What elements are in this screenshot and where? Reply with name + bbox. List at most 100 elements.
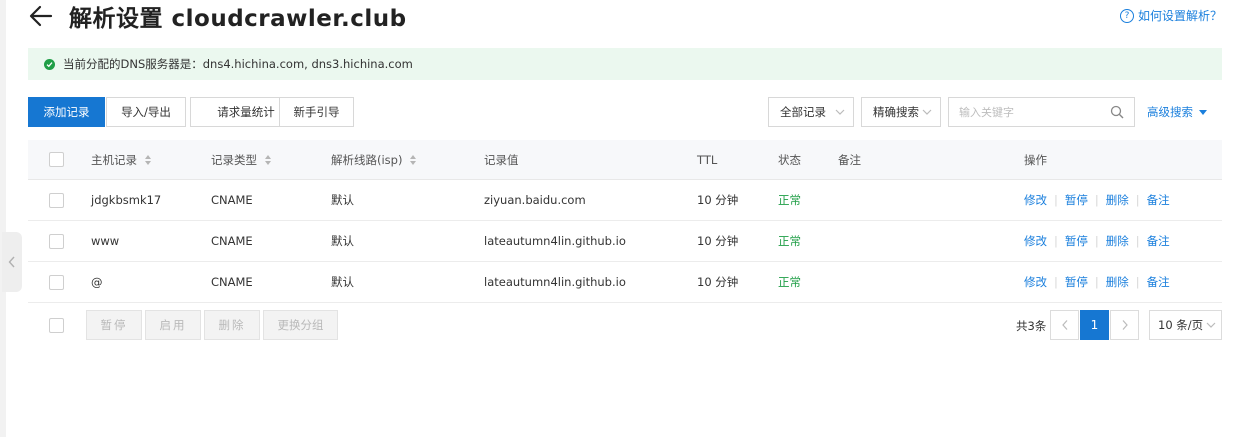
pause-link[interactable]: 暂停 [1065,192,1088,208]
status-cell: 正常 [778,275,801,289]
row-checkbox[interactable] [49,233,64,249]
column-header-remark: 备注 [838,152,861,167]
footer-select-all-checkbox[interactable] [49,317,64,333]
pause-link[interactable]: 暂停 [1065,274,1088,290]
status-cell: 正常 [778,234,801,248]
table-row: www CNAME 默认 lateautumn4lin.github.io 10… [28,221,1222,262]
dns-records-table: 主机记录 记录类型 解析线路(isp) 记录值 TTL 状态 备注 操作 jdg… [28,140,1222,303]
divider: | [1135,275,1140,289]
change-group-button[interactable]: 更换分组 [263,310,338,340]
footer-select-all-cell [49,310,64,340]
record-filter-value: 全部记录 [780,105,826,119]
host-cell: @ [91,275,103,289]
newbie-guide-button[interactable]: 新手引导 [279,97,354,127]
delete-link[interactable]: 删除 [1106,192,1129,208]
ttl-cell: 10 分钟 [697,275,739,289]
chevron-down-icon [922,109,932,115]
ttl-cell: 10 分钟 [697,193,739,207]
value-cell: lateautumn4lin.github.io [484,234,626,248]
add-record-button[interactable]: 添加记录 [28,97,105,127]
ttl-cell: 10 分钟 [697,234,739,248]
remark-link[interactable]: 备注 [1147,233,1170,249]
sidebar-collapse-handle[interactable] [2,232,22,292]
page-size-value: 10 条/页 [1158,318,1204,332]
delete-link[interactable]: 删除 [1106,233,1129,249]
divider: | [1054,275,1058,289]
line-cell: 默认 [331,234,354,248]
search-box [948,97,1135,127]
value-cell: lateautumn4lin.github.io [484,275,626,289]
chevron-right-icon [1122,320,1128,330]
alert-text: 当前分配的DNS服务器是：dns4.hichina.com, dns3.hich… [63,57,413,71]
divider: | [1094,193,1099,207]
page-title: 解析设置 cloudcrawler.club [69,6,407,32]
value-cell: ziyuan.baidu.com [484,193,586,207]
prev-page-button[interactable] [1050,310,1079,340]
search-icon[interactable] [1110,105,1124,119]
row-actions: 修改 | 暂停 | 删除 | 备注 [1024,180,1170,220]
edit-link[interactable]: 修改 [1024,233,1047,249]
column-header-host[interactable]: 主机记录 [91,140,151,179]
type-cell: CNAME [211,275,253,289]
total-count: 共3条 [1016,319,1047,333]
pause-link[interactable]: 暂停 [1065,233,1088,249]
batch-delete-button[interactable]: 删除 [204,310,260,340]
arrow-left-icon [29,5,53,27]
host-cell: www [91,234,120,248]
table-footer: 暂停 启用 删除 更换分组 共3条 1 10 条/页 [28,310,1222,340]
host-cell: jdgkbsmk17 [91,193,162,207]
column-header-actions: 操作 [1024,152,1047,167]
divider: | [1135,193,1140,207]
advanced-search-toggle[interactable]: 高级搜索 [1147,104,1207,120]
edit-link[interactable]: 修改 [1024,274,1047,290]
edit-link[interactable]: 修改 [1024,192,1047,208]
table-row: jdgkbsmk17 CNAME 默认 ziyuan.baidu.com 10 … [28,180,1222,221]
line-cell: 默认 [331,193,354,207]
divider: | [1094,234,1099,248]
divider: | [1054,234,1058,248]
sort-icon[interactable] [410,154,417,165]
table-header: 主机记录 记录类型 解析线路(isp) 记录值 TTL 状态 备注 操作 [28,140,1222,180]
row-actions: 修改 | 暂停 | 删除 | 备注 [1024,221,1170,261]
back-button[interactable] [28,2,54,30]
table-row: @ CNAME 默认 lateautumn4lin.github.io 10 分… [28,262,1222,303]
column-header-type[interactable]: 记录类型 [211,140,271,179]
sort-icon[interactable] [265,154,271,165]
row-checkbox[interactable] [49,274,64,290]
help-link[interactable]: ? 如何设置解析？ [1119,7,1222,24]
line-cell: 默认 [331,275,354,289]
import-export-button[interactable]: 导入/导出 [106,97,186,127]
page-size-select[interactable]: 10 条/页 [1149,310,1222,340]
remark-link[interactable]: 备注 [1147,274,1170,290]
batch-pause-button[interactable]: 暂停 [86,310,142,340]
status-cell: 正常 [778,193,801,207]
column-header-value: 记录值 [484,152,519,167]
advanced-search-label: 高级搜索 [1147,105,1193,119]
batch-enable-button[interactable]: 启用 [145,310,201,340]
search-mode-select[interactable]: 精确搜索 [861,97,941,127]
dns-server-alert: 当前分配的DNS服务器是：dns4.hichina.com, dns3.hich… [28,48,1222,80]
next-page-button[interactable] [1110,310,1139,340]
select-all-checkbox[interactable] [49,152,64,167]
sort-icon[interactable] [145,154,151,165]
delete-link[interactable]: 删除 [1106,274,1129,290]
chevron-down-icon [1206,322,1216,328]
divider: | [1054,193,1058,207]
type-cell: CNAME [211,234,253,248]
column-header-line[interactable]: 解析线路(isp) [331,140,417,179]
left-strip [0,0,6,437]
search-input[interactable] [949,98,1099,126]
row-actions: 修改 | 暂停 | 删除 | 备注 [1024,262,1170,302]
chevron-left-icon [8,256,15,268]
record-filter-select[interactable]: 全部记录 [768,97,854,127]
divider: | [1094,275,1099,289]
column-header-status: 状态 [778,152,801,167]
row-checkbox[interactable] [49,192,64,208]
remark-link[interactable]: 备注 [1147,192,1170,208]
search-mode-value: 精确搜索 [873,105,919,119]
help-link-label: 如何设置解析？ [1137,9,1222,23]
chevron-down-icon [835,109,845,115]
toolbar: 添加记录 导入/导出 请求量统计 新手引导 全部记录 精确搜索 高级搜索 [28,97,1224,127]
column-header-ttl: TTL [697,152,718,167]
page-number-button[interactable]: 1 [1080,310,1109,340]
